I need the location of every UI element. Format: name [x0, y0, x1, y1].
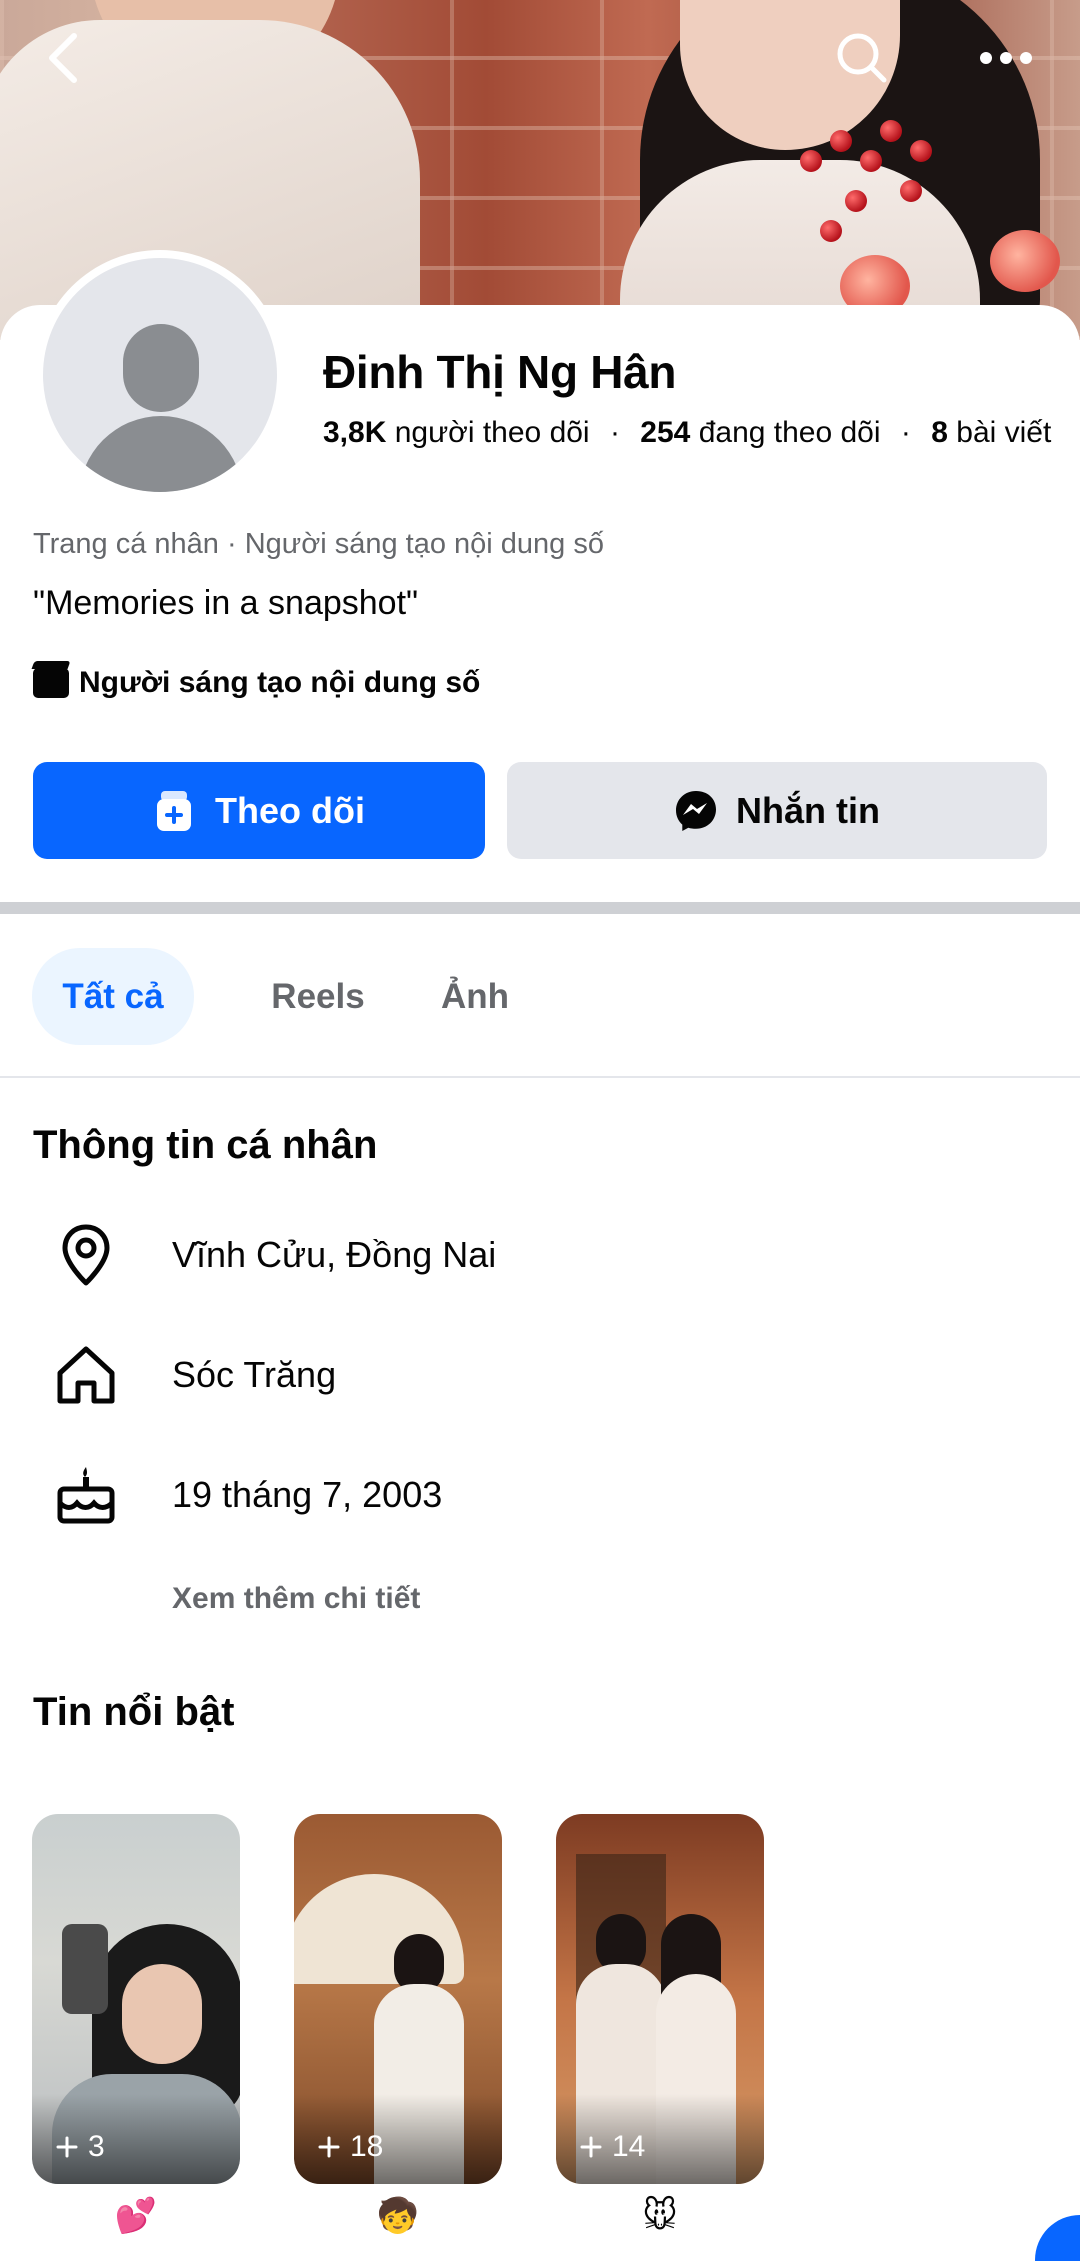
highlight-card[interactable]: 18	[294, 1814, 502, 2184]
highlight-count-value: 14	[612, 2130, 646, 2163]
info-item-birthday: 19 tháng 7, 2003	[0, 1450, 1080, 1540]
avatar-head	[123, 324, 199, 412]
follow-button[interactable]: Theo dõi	[33, 762, 485, 859]
cover-berry	[900, 180, 922, 202]
profile-name: Đinh Thị Ng Hân	[323, 346, 677, 398]
creator-badge-label: Người sáng tạo nội dung số	[79, 666, 481, 699]
tab-reels[interactable]: Reels	[238, 948, 398, 1045]
location-pin-icon	[50, 1219, 122, 1291]
highlight-count: 3	[56, 2130, 105, 2164]
cover-berry	[880, 120, 902, 142]
highlight-face-shape	[122, 1964, 202, 2064]
following-count[interactable]: 254	[640, 416, 690, 449]
cover-berry	[845, 190, 867, 212]
birthday-cake-icon	[50, 1459, 122, 1531]
chat-head-button[interactable]	[1035, 2215, 1080, 2261]
highlight-card[interactable]: 14	[556, 1814, 764, 2184]
highlight-count-value: 3	[88, 2130, 105, 2163]
cover-berry	[820, 220, 842, 242]
message-button[interactable]: Nhắn tin	[507, 762, 1047, 859]
highlight-emoji: 💕	[114, 2197, 158, 2235]
highlight-emoji: 🐭	[642, 2197, 678, 2235]
follow-icon	[157, 790, 191, 831]
section-divider	[0, 902, 1080, 914]
plus-icon	[580, 2136, 602, 2158]
posts-label: bài viết	[956, 416, 1052, 449]
followers-label[interactable]: người theo dõi	[395, 416, 590, 449]
followers-count[interactable]: 3,8K	[323, 416, 386, 449]
profile-category: Trang cá nhân · Người sáng tạo nội dung …	[33, 528, 604, 560]
tab-photos[interactable]: Ảnh	[410, 948, 540, 1045]
stats-separator: ·	[609, 416, 620, 449]
cover-berry	[830, 130, 852, 152]
more-options-button[interactable]	[970, 22, 1042, 94]
avatar-body	[79, 416, 243, 492]
hometown-text: Sóc Trăng	[172, 1354, 337, 1395]
messenger-icon	[676, 790, 716, 831]
following-label[interactable]: đang theo dõi	[699, 416, 881, 449]
default-avatar-icon	[43, 258, 277, 492]
follow-button-label: Theo dõi	[215, 789, 365, 831]
message-button-label: Nhắn tin	[736, 789, 880, 831]
highlights-section-title: Tin nổi bật	[33, 1690, 235, 1734]
clapperboard-icon	[33, 668, 69, 698]
more-dots-icon	[980, 52, 1032, 64]
cover-berry	[910, 140, 932, 162]
info-item-hometown: Sóc Trăng	[0, 1330, 1080, 1420]
stats-separator: ·	[900, 416, 911, 449]
cover-berry	[800, 150, 822, 172]
profile-stats: 3,8K người theo dõi · 254 đang theo dõi …	[323, 416, 1051, 450]
birthday-text: 19 tháng 7, 2003	[172, 1474, 443, 1515]
creator-badge: Người sáng tạo nội dung số	[33, 666, 480, 700]
highlight-count-value: 18	[350, 2130, 384, 2163]
home-icon	[50, 1339, 122, 1411]
info-item-location: Vĩnh Cửu, Đồng Nai	[0, 1210, 1080, 1300]
see-more-details-link[interactable]: Xem thêm chi tiết	[172, 1582, 420, 1616]
cover-apple	[990, 230, 1060, 292]
search-button[interactable]	[826, 22, 898, 94]
highlight-card[interactable]: 3	[32, 1814, 240, 2184]
profile-avatar[interactable]	[35, 250, 285, 500]
highlight-count: 18	[318, 2130, 383, 2164]
highlight-count: 14	[580, 2130, 645, 2164]
highlight-phone-shape	[62, 1924, 108, 2014]
location-text: Vĩnh Cửu, Đồng Nai	[172, 1234, 497, 1275]
tab-all[interactable]: Tất cả	[32, 948, 194, 1045]
plus-icon	[318, 2136, 340, 2158]
tabs-divider	[0, 1076, 1080, 1078]
profile-bio: "Memories in a snapshot"	[33, 584, 419, 622]
plus-icon	[56, 2136, 78, 2158]
search-icon	[837, 33, 887, 83]
highlight-emoji: 🧒	[376, 2197, 420, 2235]
about-section-title: Thông tin cá nhân	[33, 1123, 378, 1167]
back-arrow-icon	[49, 33, 77, 83]
back-button[interactable]	[28, 22, 100, 94]
cover-berry	[860, 150, 882, 172]
posts-count: 8	[931, 416, 948, 449]
